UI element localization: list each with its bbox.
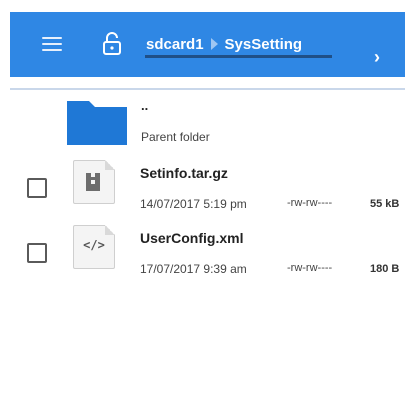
unlock-icon[interactable] <box>102 32 122 56</box>
file-checkbox[interactable] <box>27 178 47 198</box>
file-name: Setinfo.tar.gz <box>140 165 228 181</box>
breadcrumb: sdcard1 SysSetting <box>146 32 302 56</box>
breadcrumb-separator-icon <box>210 38 218 50</box>
parent-folder-name: .. <box>141 98 149 113</box>
code-icon-glyph: </> <box>83 238 105 252</box>
menu-icon[interactable] <box>42 36 64 52</box>
toolbar: sdcard1 SysSetting › <box>10 12 405 77</box>
archive-icon <box>73 160 115 204</box>
file-date: 17/07/2017 9:39 am <box>140 262 247 276</box>
parent-folder-row[interactable]: .. Parent folder <box>10 92 405 152</box>
folder-icon <box>67 101 127 145</box>
file-name: UserConfig.xml <box>140 230 244 246</box>
file-date: 14/07/2017 5:19 pm <box>140 197 247 211</box>
file-row[interactable]: Setinfo.tar.gz 14/07/2017 5:19 pm -rw-rw… <box>10 155 405 217</box>
parent-folder-label: Parent folder <box>141 130 210 144</box>
breadcrumb-underline <box>145 55 332 58</box>
file-permissions: -rw-rw---- <box>287 262 333 274</box>
toolbar-divider <box>10 88 405 90</box>
file-row[interactable]: </> UserConfig.xml 17/07/2017 9:39 am -r… <box>10 220 405 282</box>
breadcrumb-item-sdcard1[interactable]: sdcard1 <box>146 36 204 53</box>
file-permissions: -rw-rw---- <box>287 197 333 209</box>
file-checkbox[interactable] <box>27 243 47 263</box>
file-size: 55 kB <box>370 198 400 210</box>
breadcrumb-item-current[interactable]: SysSetting <box>225 36 303 53</box>
chevron-right-icon[interactable]: › <box>374 48 380 66</box>
code-icon: </> <box>73 225 115 269</box>
file-size: 180 B <box>370 263 400 275</box>
